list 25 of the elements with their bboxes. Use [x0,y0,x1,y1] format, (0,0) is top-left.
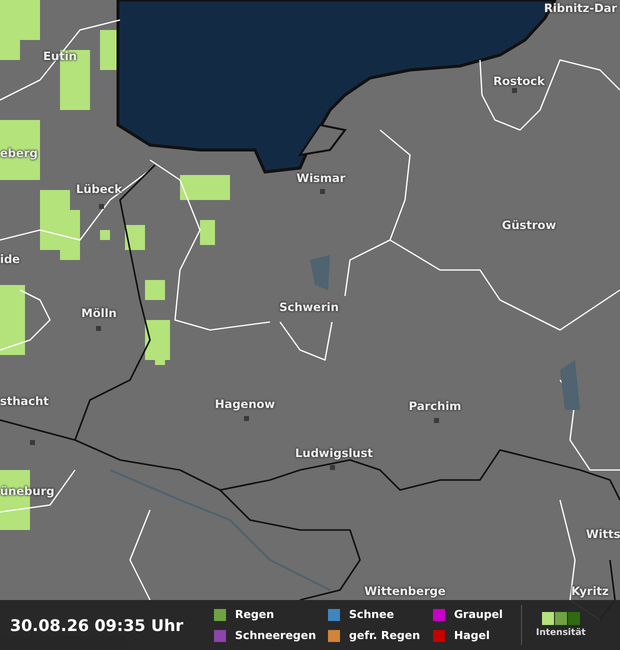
timestamp: 30.08.26 09:35 Uhr [10,616,184,634]
city-label: Lübeck [76,182,122,196]
city-label: Hagenow [214,397,276,411]
legend-label: Schnee [349,608,394,621]
legend-label: gefr. Regen [349,629,420,642]
legend-label: Hagel [454,629,490,642]
legend-label: Schneeregen [235,629,316,642]
city-label: Mölln [81,306,117,320]
city-label: sthacht [0,394,49,408]
legend-label: Regen [235,608,274,621]
city-label: Parchim [408,399,462,413]
city-label: Ludwigslust [295,446,373,460]
city-label: Kyritz [571,584,609,598]
city-label: Eutin [43,49,77,63]
city-label: eberg [0,146,38,160]
city-label: Güstrow [502,218,556,232]
city-label: Wittenberge [364,584,446,598]
city-label: Wismar [296,171,346,185]
intensity-label: Intensität [536,628,586,638]
city-label: ide [0,252,20,266]
legend-label: Graupel [454,608,503,621]
city-label: Rostock [493,74,545,88]
city-label: Schwerin [279,300,339,314]
intensity-scale-icon [542,612,580,625]
city-label: Witts [586,527,620,541]
